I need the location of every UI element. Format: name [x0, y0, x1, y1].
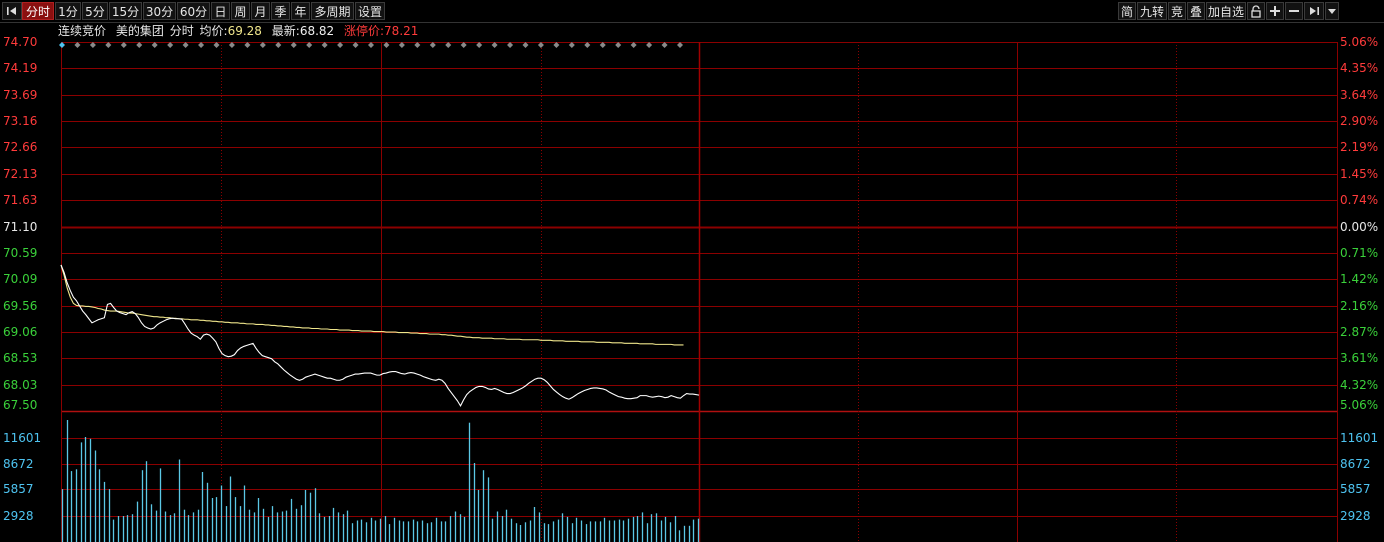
price-line — [60, 264, 700, 408]
intraday-chart[interactable] — [0, 0, 1384, 542]
